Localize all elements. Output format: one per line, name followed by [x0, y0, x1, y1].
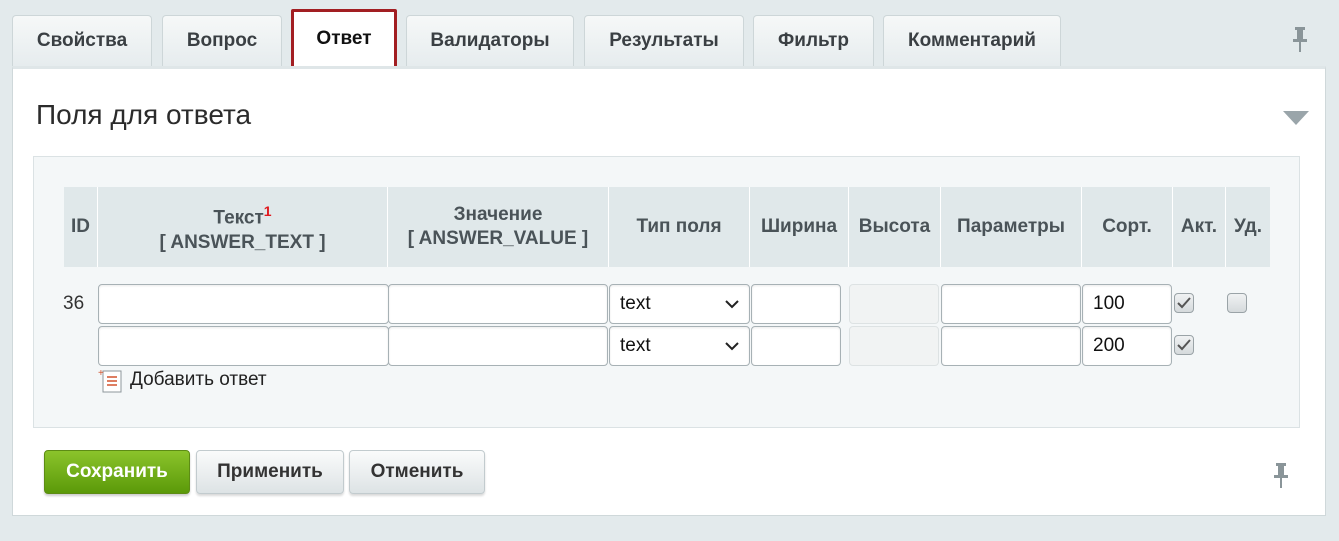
- header-id: ID: [64, 187, 98, 267]
- collapse-arrow-icon[interactable]: [1283, 111, 1309, 125]
- answer-value-input[interactable]: [388, 326, 608, 366]
- tab-answer[interactable]: Ответ: [291, 9, 397, 69]
- header-width: Ширина: [750, 187, 849, 267]
- tab-filter[interactable]: Фильтр: [753, 15, 874, 66]
- field-params-input[interactable]: [941, 326, 1081, 366]
- apply-button[interactable]: Применить: [196, 450, 344, 494]
- sort-input[interactable]: 100: [1082, 284, 1172, 324]
- checkmark-icon: [1177, 339, 1191, 351]
- field-width-input[interactable]: [751, 326, 841, 366]
- header-value: Значение [ ANSWER_VALUE ]: [388, 187, 609, 267]
- delete-checkbox[interactable]: [1227, 293, 1247, 313]
- field-width-input[interactable]: [751, 284, 841, 324]
- header-height: Высота: [849, 187, 941, 267]
- save-button[interactable]: Сохранить: [44, 450, 190, 494]
- tab-validators[interactable]: Валидаторы: [406, 15, 574, 66]
- header-delete: Уд.: [1234, 216, 1262, 237]
- svg-text:+: +: [98, 368, 104, 379]
- active-checkbox[interactable]: [1174, 293, 1194, 313]
- row-id: 36: [63, 293, 85, 314]
- tab-question[interactable]: Вопрос: [162, 15, 282, 66]
- tab-bar: Свойства Вопрос Ответ Валидаторы Результ…: [12, 9, 1332, 69]
- header-field-type: Тип поля: [609, 187, 750, 267]
- tab-comment[interactable]: Комментарий: [883, 15, 1061, 66]
- table-header: ID Текст1 [ ANSWER_TEXT ] Значение [ ANS…: [64, 187, 1270, 267]
- tab-properties[interactable]: Свойства: [12, 15, 152, 66]
- answer-text-input[interactable]: [98, 326, 389, 366]
- add-answer-link[interactable]: + Добавить ответ: [98, 367, 267, 393]
- required-note-marker: 1: [263, 203, 272, 220]
- header-active: Акт.: [1173, 187, 1226, 267]
- field-height-input: [849, 284, 939, 324]
- field-params-input[interactable]: [941, 284, 1081, 324]
- header-params: Параметры: [941, 187, 1082, 267]
- chevron-down-icon: [725, 342, 739, 351]
- cancel-button[interactable]: Отменить: [349, 450, 485, 494]
- header-text: Текст1 [ ANSWER_TEXT ]: [98, 187, 388, 267]
- pin-icon[interactable]: [1273, 461, 1289, 489]
- chevron-down-icon: [725, 300, 739, 309]
- answer-text-input[interactable]: [98, 284, 389, 324]
- answer-value-input[interactable]: [388, 284, 608, 324]
- add-document-icon: +: [98, 368, 122, 393]
- active-checkbox[interactable]: [1174, 335, 1194, 355]
- field-height-input: [849, 326, 939, 366]
- section-title: Поля для ответа: [36, 99, 252, 130]
- sort-input[interactable]: 200: [1082, 326, 1172, 366]
- checkmark-icon: [1177, 297, 1191, 309]
- field-type-select[interactable]: text: [609, 326, 750, 366]
- tab-results[interactable]: Результаты: [584, 15, 744, 66]
- header-sort: Сорт.: [1082, 187, 1173, 267]
- tab-content-panel: Поля для ответа ID Текст1 [ ANSWER_TEXT …: [12, 66, 1326, 516]
- field-type-select[interactable]: text: [609, 284, 750, 324]
- answers-table-container: ID Текст1 [ ANSWER_TEXT ] Значение [ ANS…: [33, 156, 1300, 428]
- pin-icon[interactable]: [1292, 25, 1308, 53]
